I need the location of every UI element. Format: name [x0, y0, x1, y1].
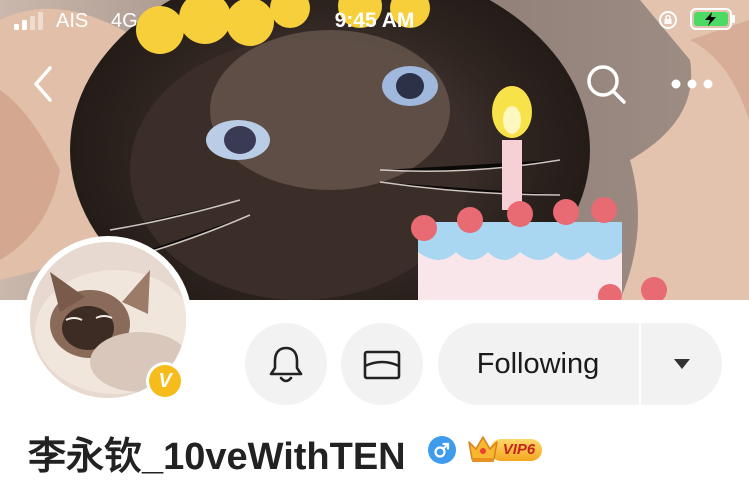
follow-control: Following	[438, 323, 722, 405]
male-gender-icon	[428, 436, 456, 464]
clock: 9:45 AM	[334, 9, 415, 32]
follow-options-button[interactable]	[641, 323, 722, 405]
crown-icon	[468, 436, 498, 462]
verified-badge: V	[146, 362, 184, 400]
caret-down-icon	[674, 359, 690, 369]
vip-badge[interactable]: VIP6	[466, 432, 544, 466]
status-bar: AIS 4G 9:45 AM	[0, 0, 749, 40]
more-button[interactable]	[668, 70, 716, 98]
profile-screen: AIS 4G 9:45 AM V Following 李永钦_10veWithT…	[0, 0, 749, 493]
verified-badge-label: V	[149, 365, 181, 397]
message-button[interactable]	[341, 323, 423, 405]
envelope-icon	[363, 350, 401, 380]
chevron-left-icon	[34, 66, 52, 102]
back-button[interactable]	[28, 62, 60, 106]
following-button[interactable]: Following	[438, 323, 638, 405]
notify-button[interactable]	[245, 323, 327, 405]
rotation-lock-icon	[659, 11, 677, 29]
battery-icon	[690, 8, 735, 30]
profile-name: 李永钦_10veWithTEN	[28, 436, 406, 478]
more-dots-icon	[671, 79, 713, 89]
search-button[interactable]	[584, 62, 628, 106]
bell-icon	[269, 346, 303, 383]
search-icon	[587, 65, 626, 104]
